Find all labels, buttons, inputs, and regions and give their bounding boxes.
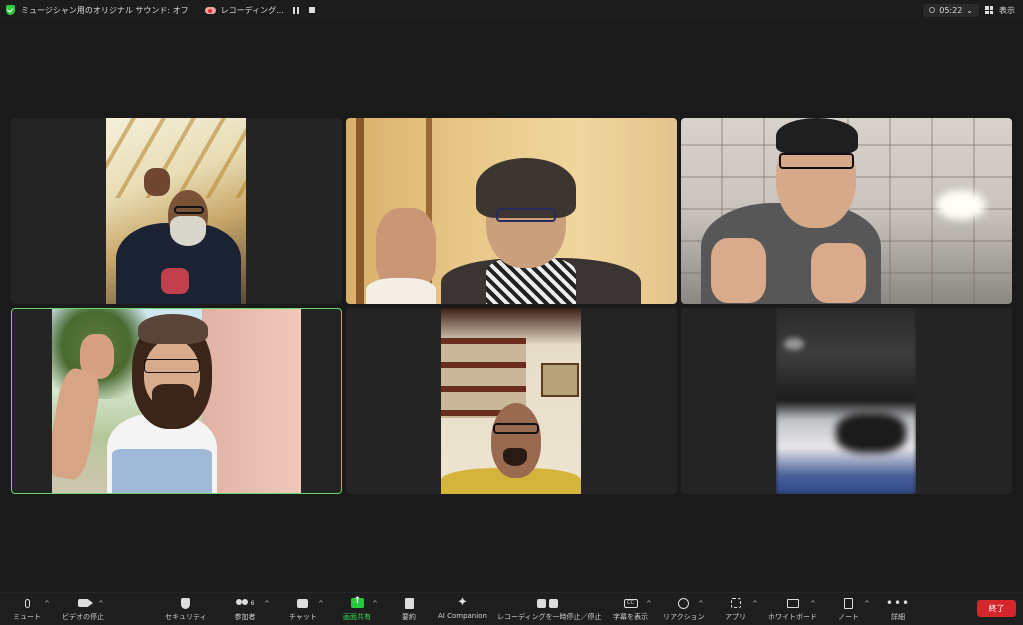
participants-label: 参加者 bbox=[234, 613, 256, 621]
apps-label: アプリ bbox=[725, 613, 746, 621]
summary-label: 要約 bbox=[402, 613, 416, 621]
top-bar: ミュージシャン用のオリジナル サウンド: オフ レコーディング... 05:22… bbox=[0, 0, 1023, 20]
recording-pause-stop-button[interactable]: レコーディングを一時停止／停止 bbox=[497, 597, 602, 622]
video-feed bbox=[776, 308, 916, 494]
video-options-caret-icon[interactable]: ^ bbox=[98, 600, 104, 608]
recording-label: レコーディング... bbox=[220, 5, 284, 15]
video-tile-participant-5[interactable] bbox=[346, 308, 677, 494]
chat-label: チャット bbox=[289, 613, 317, 621]
video-tile-participant-6[interactable] bbox=[681, 308, 1012, 494]
video-feed bbox=[346, 118, 677, 304]
pause-recording-icon[interactable] bbox=[292, 6, 299, 14]
encryption-shield-icon[interactable] bbox=[6, 5, 15, 15]
cloud-recording-icon bbox=[204, 6, 216, 14]
meeting-toolbar: ミュート ^ ビデオの停止 ^ セキュリティ 6 参加者 ^ チャット ^ 画面… bbox=[0, 592, 1023, 625]
chat-bubble-icon bbox=[297, 598, 309, 608]
captions-options-caret-icon[interactable]: ^ bbox=[646, 600, 652, 608]
participants-button[interactable]: 6 参加者 bbox=[233, 597, 257, 622]
meeting-timer[interactable]: 05:22 ⌄ bbox=[923, 3, 979, 17]
mute-button[interactable]: ミュート bbox=[13, 597, 41, 622]
participants-options-caret-icon[interactable]: ^ bbox=[264, 600, 270, 608]
chevron-down-icon: ⌄ bbox=[966, 5, 973, 15]
whiteboard-options-caret-icon[interactable]: ^ bbox=[810, 600, 816, 608]
video-tile-participant-1[interactable] bbox=[11, 118, 342, 304]
video-feed bbox=[52, 309, 301, 493]
share-screen-icon bbox=[350, 596, 364, 608]
show-captions-label: 字幕を表示 bbox=[613, 613, 648, 621]
ai-companion-label: AI Companion bbox=[438, 612, 487, 620]
summary-document-icon bbox=[404, 597, 414, 609]
grid-view-icon[interactable] bbox=[985, 6, 993, 14]
more-label: 詳細 bbox=[891, 613, 905, 621]
mute-label: ミュート bbox=[13, 613, 41, 621]
share-screen-button[interactable]: 画面共有 bbox=[343, 596, 371, 622]
whiteboard-icon bbox=[786, 598, 799, 608]
stop-recording-icon[interactable] bbox=[308, 7, 315, 13]
participants-icon bbox=[235, 598, 249, 608]
share-options-caret-icon[interactable]: ^ bbox=[372, 600, 378, 608]
apps-options-caret-icon[interactable]: ^ bbox=[752, 600, 758, 608]
whiteboard-label: ホワイトボード bbox=[768, 613, 817, 621]
original-sound-status[interactable]: ミュージシャン用のオリジナル サウンド: オフ bbox=[21, 5, 189, 16]
end-meeting-button[interactable]: 終了 bbox=[977, 600, 1016, 617]
security-label: セキュリティ bbox=[165, 613, 207, 621]
stop-video-label: ビデオの停止 bbox=[62, 613, 104, 621]
security-shield-icon bbox=[181, 597, 191, 609]
notes-icon bbox=[844, 597, 853, 609]
stop-icon bbox=[549, 598, 559, 608]
chat-options-caret-icon[interactable]: ^ bbox=[318, 600, 324, 608]
sparkle-icon: ✦ bbox=[457, 595, 468, 610]
reactions-options-caret-icon[interactable]: ^ bbox=[698, 600, 704, 608]
video-camera-icon bbox=[77, 599, 93, 607]
security-button[interactable]: セキュリティ bbox=[165, 597, 207, 622]
recording-indicator[interactable]: レコーディング... bbox=[204, 5, 315, 16]
audio-options-caret-icon[interactable]: ^ bbox=[44, 600, 50, 608]
more-button[interactable]: ••• 詳細 bbox=[886, 597, 909, 622]
video-feed bbox=[441, 308, 581, 494]
clock-icon bbox=[929, 7, 936, 13]
apps-button[interactable]: アプリ bbox=[725, 597, 746, 622]
microphone-icon bbox=[24, 598, 30, 608]
notes-options-caret-icon[interactable]: ^ bbox=[864, 600, 870, 608]
ai-companion-button[interactable]: ✦ AI Companion bbox=[438, 595, 487, 620]
notes-button[interactable]: ノート bbox=[838, 597, 859, 622]
video-tile-participant-3[interactable] bbox=[681, 118, 1012, 304]
apps-icon bbox=[730, 598, 741, 608]
smiley-face-icon bbox=[678, 597, 690, 609]
participant-count: 6 bbox=[250, 599, 255, 607]
video-tile-participant-2[interactable] bbox=[346, 118, 677, 304]
show-captions-button[interactable]: CC 字幕を表示 bbox=[613, 597, 648, 622]
summary-button[interactable]: 要約 bbox=[402, 597, 416, 622]
closed-captions-icon: CC bbox=[623, 598, 638, 608]
reactions-label: リアクション bbox=[663, 613, 705, 621]
view-button[interactable]: 表示 bbox=[999, 5, 1015, 16]
video-tile-active-speaker[interactable] bbox=[11, 308, 342, 494]
more-dots-icon: ••• bbox=[885, 596, 911, 610]
notes-label: ノート bbox=[838, 613, 859, 621]
pause-icon bbox=[537, 598, 547, 608]
video-feed bbox=[106, 118, 246, 304]
chat-button[interactable]: チャット bbox=[289, 597, 317, 622]
timer-value: 05:22 bbox=[939, 5, 963, 15]
share-screen-label: 画面共有 bbox=[343, 613, 371, 621]
recording-pause-stop-label: レコーディングを一時停止／停止 bbox=[497, 613, 602, 621]
video-feed bbox=[681, 118, 1012, 304]
